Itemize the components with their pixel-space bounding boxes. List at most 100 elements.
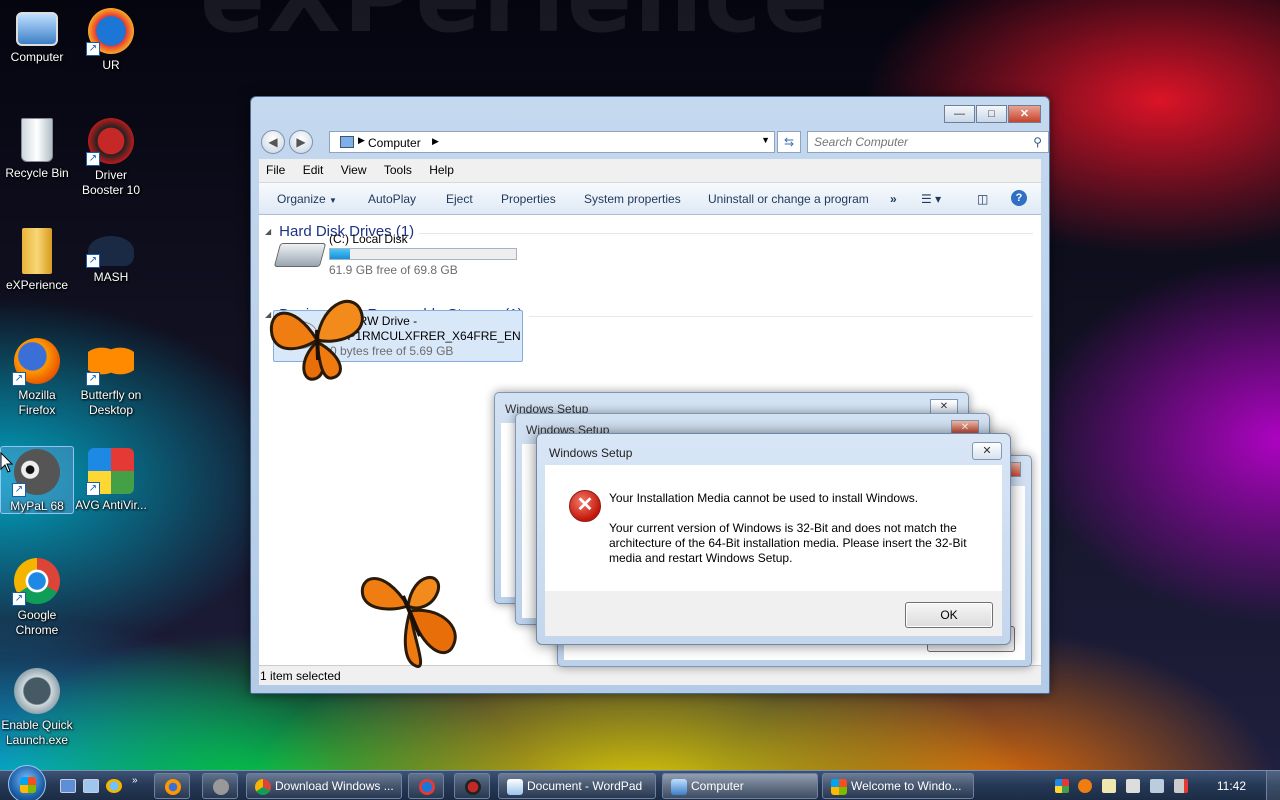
recycle-bin-icon [21, 118, 53, 162]
menu-view[interactable]: View [334, 159, 374, 177]
search-box[interactable]: ⚲ [807, 131, 1049, 153]
show-desktop-icon[interactable] [60, 779, 76, 793]
shortcut-arrow-icon: ↗ [86, 482, 100, 496]
status-text: 1 item selected [260, 669, 341, 683]
taskbar-button-wordpad[interactable]: Document - WordPad [498, 773, 656, 799]
clock[interactable]: 11:42 [1217, 779, 1246, 793]
network-icon[interactable] [1150, 779, 1164, 793]
desktop-icon-chrome[interactable]: ↗ Google Chrome [0, 558, 74, 638]
shortcut-arrow-icon: ↗ [86, 254, 100, 268]
desktop-icon-label: Enable Quick Launch.exe [1, 718, 73, 747]
volume-muted-icon[interactable] [1174, 779, 1188, 793]
ur-browser-icon: ↗ [86, 8, 134, 56]
search-input[interactable] [814, 132, 1024, 152]
desktop-icon-label: Driver Booster 10 [81, 168, 141, 197]
close-button[interactable]: ✕ [1008, 105, 1041, 123]
desktop-icon-driver-booster[interactable]: ↗ Driver Booster 10 [74, 118, 148, 198]
desktop-icon-label: UR [102, 58, 120, 72]
view-options-icon[interactable]: ☰ ▾ [921, 192, 941, 206]
address-text: Computer [368, 136, 421, 150]
quick-launch-overflow-icon[interactable]: » [132, 775, 138, 786]
close-icon[interactable]: ✕ [930, 399, 958, 414]
menu-tools[interactable]: Tools [377, 159, 419, 177]
forward-button[interactable]: ▶ [289, 130, 313, 154]
butterfly-tray-icon[interactable] [1078, 779, 1092, 793]
menu-edit[interactable]: Edit [296, 159, 331, 177]
c-drive-name: (C:) Local Disk [329, 232, 408, 246]
maximize-button[interactable]: □ [976, 105, 1007, 123]
address-bar[interactable]: ▶ Computer ▶ ▼ [329, 131, 775, 153]
menu-file[interactable]: File [259, 159, 292, 177]
ur-browser-icon [419, 779, 435, 795]
properties-button[interactable]: Properties [501, 192, 556, 206]
desktop-icon-enable-quick-launch[interactable]: Enable Quick Launch.exe [0, 668, 74, 748]
notes-tray-icon[interactable] [1102, 779, 1116, 793]
error-message-title: Your Installation Media cannot be used t… [609, 491, 919, 505]
taskbar-button-welcome[interactable]: Welcome to Windo... [822, 773, 974, 799]
desktop-icon-label: Recycle Bin [5, 166, 69, 180]
desktop-icon-experience[interactable]: eXPerience [0, 228, 74, 293]
dialog-title: Windows Setup [549, 446, 633, 460]
desktop-icon-butterfly[interactable]: ↗ Butterfly on Desktop [74, 338, 148, 418]
chrome-icon: ↗ [12, 558, 60, 606]
search-icon[interactable]: ⚲ [1033, 135, 1042, 149]
ok-button[interactable]: OK [905, 602, 993, 628]
butterfly-sprite[interactable] [262, 290, 372, 385]
desktop-icon-recycle-bin[interactable]: Recycle Bin [0, 118, 74, 181]
taskbar-button-label: Computer [691, 779, 744, 793]
taskbar-driver-booster[interactable] [454, 773, 490, 799]
desktop-icon-computer[interactable]: Computer [0, 8, 74, 65]
mypal-raccoon-icon: ↗ [12, 449, 60, 497]
computer-icon [340, 136, 354, 148]
taskbar-button-computer[interactable]: Computer [662, 773, 818, 799]
taskbar-button-chrome[interactable]: Download Windows ... [246, 773, 402, 799]
wallpaper-watermark: eXPerience [200, 0, 830, 54]
quick-launch-icon [14, 668, 60, 714]
taskbar-ur-browser[interactable] [408, 773, 444, 799]
more-commands-icon[interactable]: » [890, 192, 897, 206]
desktop-icon-avg[interactable]: ↗ AVG AntiVir... [74, 448, 148, 513]
avg-tray-icon[interactable] [1055, 779, 1069, 793]
desktop-icon-mash[interactable]: ↗ MASH [74, 228, 148, 285]
chrome-icon [255, 779, 271, 795]
taskbar-mypal[interactable] [202, 773, 238, 799]
back-button[interactable]: ◀ [261, 130, 285, 154]
show-desktop-button[interactable] [1266, 771, 1280, 800]
help-icon[interactable]: ? [1011, 190, 1027, 206]
shortcut-arrow-icon: ↗ [12, 372, 26, 386]
menu-help[interactable]: Help [422, 159, 461, 177]
folder-icon [22, 228, 52, 274]
desktop-icon-label: eXPerience [5, 278, 69, 292]
eject-button[interactable]: Eject [446, 192, 473, 206]
system-properties-button[interactable]: System properties [584, 192, 681, 206]
chevron-down-icon: ▼ [329, 196, 337, 205]
autoplay-button[interactable]: AutoPlay [368, 192, 416, 206]
organize-button[interactable]: Organize ▼ [277, 192, 337, 206]
uninstall-program-button[interactable]: Uninstall or change a program [708, 192, 869, 206]
driver-booster-icon [465, 779, 481, 795]
close-icon[interactable]: ✕ [972, 442, 1002, 460]
desktop-icon-label: MyPaL 68 [10, 499, 64, 513]
start-button[interactable] [8, 765, 46, 800]
desktop-icon-label: MASH [93, 270, 129, 284]
avg-antivirus-icon: ↗ [86, 448, 134, 496]
breadcrumb-arrow-icon: ▶ [358, 135, 365, 145]
desktop-icon-ur[interactable]: ↗ UR [74, 8, 148, 73]
desktop-icon-firefox[interactable]: ↗ Mozilla Firefox [0, 338, 74, 418]
wordpad-icon [507, 779, 523, 795]
switch-windows-icon[interactable] [83, 779, 99, 793]
chevron-down-icon[interactable]: ▼ [761, 135, 770, 145]
refresh-button[interactable]: ⇆ [777, 131, 801, 153]
preview-pane-icon[interactable]: ◫ [977, 192, 988, 206]
internet-explorer-icon[interactable] [106, 779, 122, 793]
minimize-button[interactable]: — [944, 105, 975, 123]
taskbar-button-label: Document - WordPad [527, 779, 643, 793]
desktop-icon-label: Mozilla Firefox [18, 388, 56, 417]
mypal-raccoon-icon [213, 779, 229, 795]
taskbar-firefox[interactable] [154, 773, 190, 799]
dialog-body: ✕ Your Installation Media cannot be used… [545, 465, 1002, 591]
shortcut-arrow-icon: ↗ [86, 42, 100, 56]
breadcrumb-arrow-icon[interactable]: ▶ [432, 136, 439, 147]
action-center-flag-icon[interactable] [1126, 779, 1140, 793]
butterfly-sprite[interactable] [358, 566, 463, 671]
